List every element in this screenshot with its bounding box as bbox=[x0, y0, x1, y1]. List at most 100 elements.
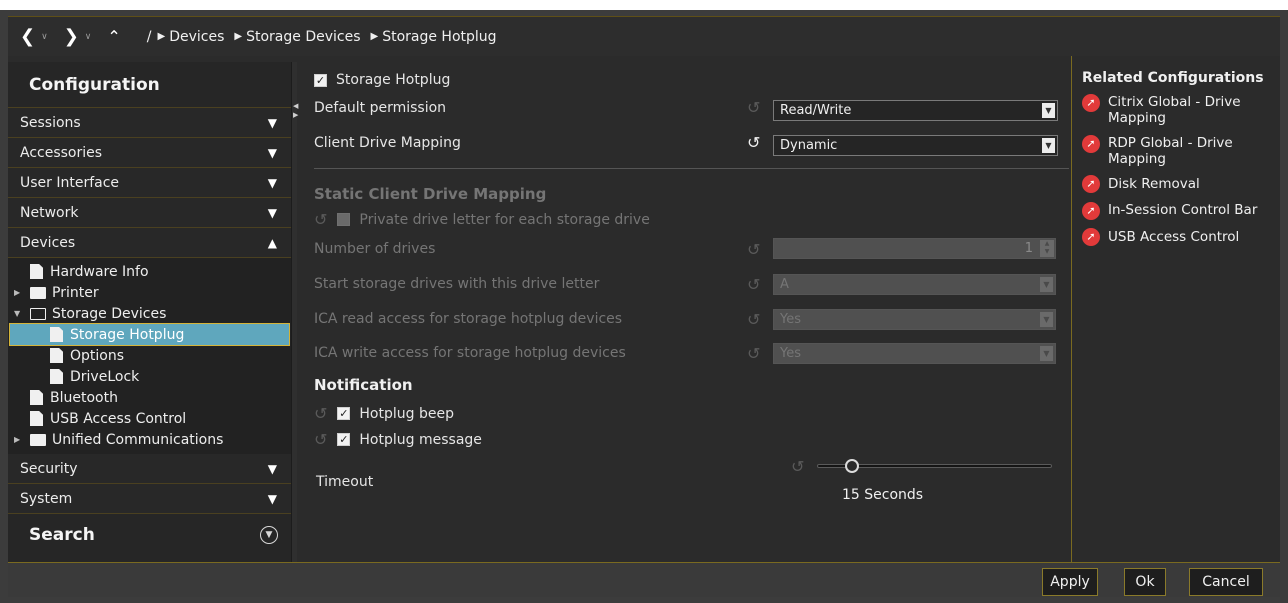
forward-button[interactable]: ❯ ∨ bbox=[64, 26, 92, 47]
sidebar-splitter[interactable]: ◀ ▶ bbox=[291, 62, 298, 562]
breadcrumb-item-storage-devices[interactable]: ▶ Storage Devices bbox=[234, 29, 360, 45]
reset-icon: ↺ bbox=[747, 310, 761, 329]
back-history-dropdown-icon[interactable]: ∨ bbox=[41, 32, 48, 42]
triangle-right-icon: ▶ bbox=[234, 31, 243, 42]
sidebar-search-section[interactable]: Search ▼ bbox=[8, 514, 291, 556]
external-link-icon: ➚ bbox=[1082, 175, 1100, 193]
ica-write-select: Yes ▼ bbox=[773, 343, 1056, 364]
tree-item-storage-hotplug[interactable]: Storage Hotplug bbox=[9, 323, 290, 346]
timeout-label: Timeout bbox=[316, 474, 374, 490]
reset-icon[interactable]: ↺ bbox=[791, 457, 804, 476]
ica-read-select: Yes ▼ bbox=[773, 309, 1056, 330]
ok-button[interactable]: Ok bbox=[1124, 568, 1166, 596]
storage-hotplug-label: Storage Hotplug bbox=[336, 72, 451, 88]
up-button[interactable]: ⌃ bbox=[107, 27, 120, 46]
client-drive-mapping-select[interactable]: Dynamic ▼ bbox=[773, 135, 1058, 156]
expand-circle-icon[interactable]: ▼ bbox=[260, 526, 278, 544]
navigation-toolbar: ❮ ∨ ❯ ∨ ⌃ / ▶ Devices ▶ Storage Devices ▶ Sto… bbox=[8, 16, 1280, 56]
dropdown-arrow-icon[interactable]: ▼ bbox=[1042, 138, 1055, 153]
reset-icon: ↺ bbox=[747, 275, 761, 294]
triangle-right-icon: ▶ bbox=[370, 31, 379, 42]
breadcrumb-root[interactable]: / bbox=[147, 29, 152, 45]
dialog-footer: Apply Ok Cancel bbox=[8, 562, 1280, 597]
storage-hotplug-checkbox[interactable]: ✓ bbox=[314, 73, 327, 87]
collapse-arrows-icon[interactable]: ◀ ▶ bbox=[293, 102, 298, 120]
related-link-rdp-global-drive-mapping[interactable]: ➚ RDP Global - Drive Mapping bbox=[1082, 135, 1280, 167]
related-link-citrix-global-drive-mapping[interactable]: ➚ Citrix Global - Drive Mapping bbox=[1082, 94, 1280, 126]
folder-icon bbox=[30, 433, 46, 446]
reset-icon: ↺ bbox=[747, 240, 761, 259]
ica-write-row: ICA write access for storage hotplug dev… bbox=[314, 345, 626, 361]
collapse-arrow-icon[interactable]: ▼ bbox=[14, 309, 24, 318]
sidebar-section-devices[interactable]: Devices ▲ bbox=[8, 228, 291, 258]
dropdown-arrow-icon[interactable]: ▼ bbox=[1042, 103, 1055, 118]
hotplug-beep-row: ↺ ✓ Hotplug beep bbox=[314, 404, 454, 423]
tree-item-storage-devices[interactable]: ▼ Storage Devices bbox=[8, 303, 291, 324]
tree-item-bluetooth[interactable]: Bluetooth bbox=[8, 387, 291, 408]
back-button[interactable]: ❮ ∨ bbox=[20, 26, 48, 47]
ica-write-label: ICA write access for storage hotplug dev… bbox=[314, 345, 626, 361]
reset-icon[interactable]: ↺ bbox=[314, 404, 327, 423]
expand-arrow-icon[interactable]: ▶ bbox=[14, 435, 24, 444]
triangle-down-icon: ▼ bbox=[267, 145, 277, 160]
sidebar-section-user-interface[interactable]: User Interface ▼ bbox=[8, 168, 291, 198]
ica-read-label: ICA read access for storage hotplug devi… bbox=[314, 311, 623, 327]
timeout-slider-handle[interactable] bbox=[845, 459, 860, 473]
sidebar-section-system[interactable]: System ▼ bbox=[8, 484, 291, 514]
chevron-right-icon: ❯ bbox=[63, 26, 79, 47]
chevron-up-icon: ⌃ bbox=[107, 27, 121, 46]
breadcrumb-item-devices[interactable]: ▶ Devices bbox=[158, 29, 225, 45]
default-permission-select[interactable]: Read/Write ▼ bbox=[773, 100, 1058, 121]
hotplug-message-label: Hotplug message bbox=[359, 431, 482, 448]
external-link-icon: ➚ bbox=[1082, 135, 1100, 153]
start-letter-row: Start storage drives with this drive let… bbox=[314, 276, 599, 292]
expand-arrow-icon[interactable]: ▶ bbox=[14, 288, 24, 297]
storage-hotplug-row: ✓ Storage Hotplug bbox=[314, 72, 450, 88]
tree-item-printer[interactable]: ▶ Printer bbox=[8, 282, 291, 303]
sidebar-section-network[interactable]: Network ▼ bbox=[8, 198, 291, 228]
reset-icon[interactable]: ↺ bbox=[314, 430, 327, 449]
breadcrumb-item-storage-hotplug[interactable]: ▶ Storage Hotplug bbox=[371, 29, 497, 45]
reset-icon: ↺ bbox=[747, 344, 761, 363]
external-link-icon: ➚ bbox=[1082, 228, 1100, 246]
sidebar-section-accessories[interactable]: Accessories ▼ bbox=[8, 138, 291, 168]
related-link-in-session-control-bar[interactable]: ➚ In-Session Control Bar bbox=[1082, 202, 1280, 220]
default-permission-row: Default permission bbox=[314, 100, 446, 116]
number-of-drives-row: Number of drives bbox=[314, 241, 435, 257]
client-drive-mapping-row: Client Drive Mapping bbox=[314, 135, 461, 151]
dropdown-arrow-icon: ▼ bbox=[1040, 346, 1053, 361]
triangle-right-icon: ▶ bbox=[157, 31, 166, 42]
tree-item-options[interactable]: Options bbox=[8, 345, 291, 366]
triangle-down-icon: ▼ bbox=[267, 491, 277, 506]
ica-read-row: ICA read access for storage hotplug devi… bbox=[314, 311, 622, 327]
cancel-button[interactable]: Cancel bbox=[1189, 568, 1263, 596]
related-link-usb-access-control[interactable]: ➚ USB Access Control bbox=[1082, 228, 1280, 246]
reset-icon[interactable]: ↺ bbox=[747, 133, 760, 152]
breadcrumb: / ▶ Devices ▶ Storage Devices ▶ Storage Hot… bbox=[147, 29, 507, 45]
tree-item-unified-communications[interactable]: ▶ Unified Communications bbox=[8, 429, 291, 450]
tree-item-usb-access-control[interactable]: USB Access Control bbox=[8, 408, 291, 429]
file-icon bbox=[50, 369, 63, 384]
sidebar-section-sessions[interactable]: Sessions ▼ bbox=[8, 108, 291, 138]
tree-item-drivelock[interactable]: DriveLock bbox=[8, 366, 291, 387]
external-link-icon: ➚ bbox=[1082, 94, 1100, 112]
hotplug-message-checkbox[interactable]: ✓ bbox=[337, 433, 351, 446]
apply-button[interactable]: Apply bbox=[1042, 568, 1098, 596]
dropdown-arrow-icon: ▼ bbox=[1040, 312, 1053, 327]
triangle-down-icon: ▼ bbox=[267, 205, 277, 220]
reset-icon[interactable]: ↺ bbox=[747, 98, 760, 117]
triangle-up-icon: ▲ bbox=[267, 235, 277, 250]
triangle-down-icon: ▼ bbox=[267, 115, 277, 130]
related-link-disk-removal[interactable]: ➚ Disk Removal bbox=[1082, 175, 1280, 193]
hotplug-beep-checkbox[interactable]: ✓ bbox=[337, 407, 351, 420]
file-icon bbox=[30, 390, 43, 405]
sidebar-title: Configuration bbox=[8, 62, 291, 108]
related-configurations-panel: Related Configurations ➚ Citrix Global - … bbox=[1071, 56, 1280, 562]
sidebar: Configuration Sessions ▼ Accessories ▼ Use… bbox=[8, 62, 291, 562]
file-icon bbox=[30, 264, 43, 279]
reset-icon: ↺ bbox=[314, 210, 328, 229]
private-drive-row: ↺ Private drive letter for each storage … bbox=[314, 210, 650, 229]
forward-history-dropdown-icon[interactable]: ∨ bbox=[85, 32, 92, 42]
tree-item-hardware-info[interactable]: Hardware Info bbox=[8, 261, 291, 282]
sidebar-section-security[interactable]: Security ▼ bbox=[8, 454, 291, 484]
